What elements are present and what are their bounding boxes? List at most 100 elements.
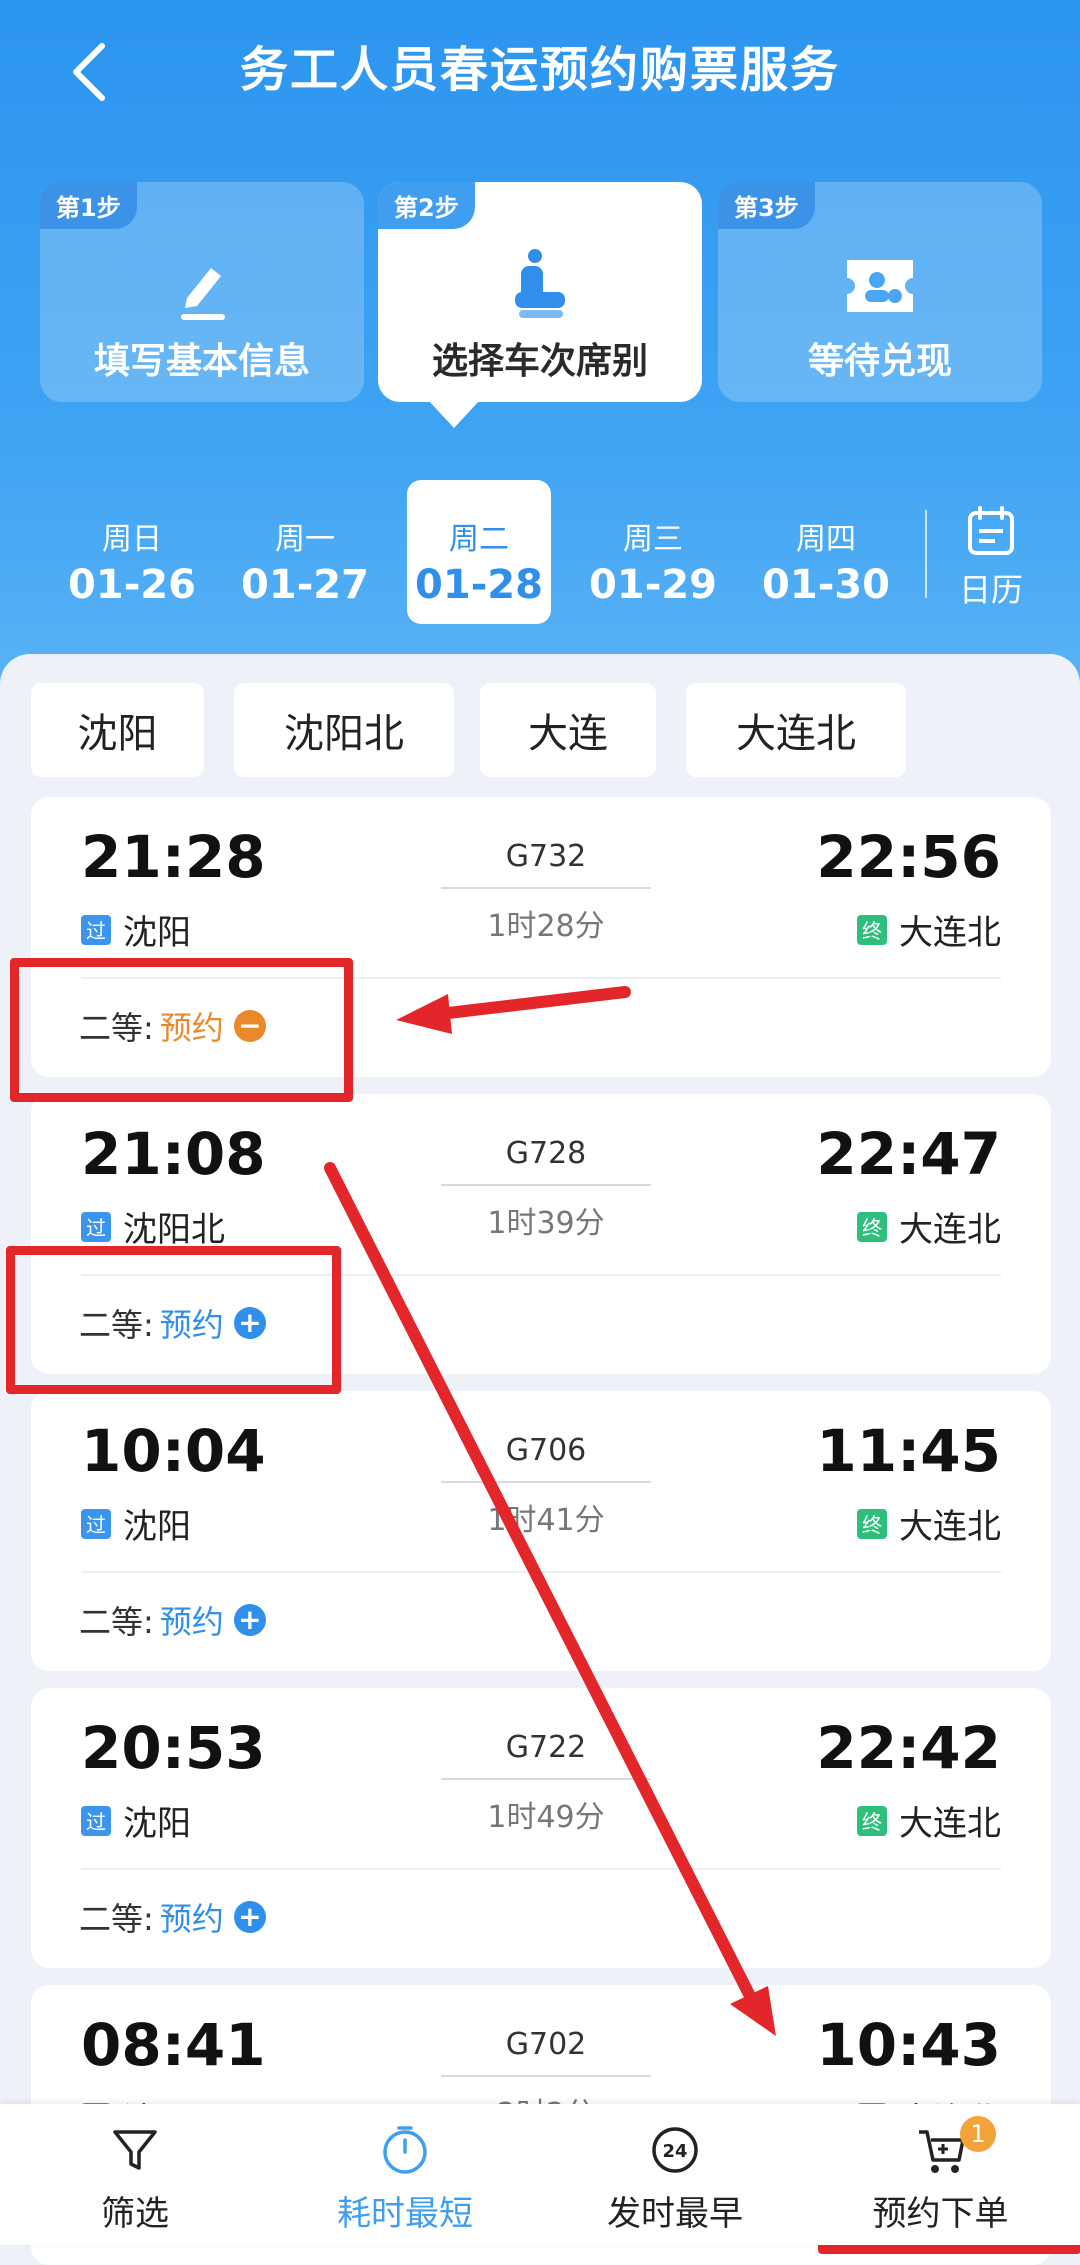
terminal-badge: 终 — [857, 914, 887, 945]
arrival-time: 22:47 — [816, 1120, 1001, 1188]
station-chip-1[interactable]: 沈阳北 — [234, 683, 454, 777]
pencil-icon — [181, 268, 225, 320]
date-tab-0[interactable]: 周日 01-26 — [60, 480, 204, 624]
page-title: 务工人员春运预约购票服务 — [239, 42, 840, 98]
to-station-name: 大连北 — [899, 1804, 1001, 1844]
seat-row[interactable]: 二等: 预约 + — [79, 1894, 266, 1940]
plus-circle-icon[interactable]: + — [233, 1604, 266, 1636]
bottom-label: 预约下单 — [872, 2194, 1009, 2234]
step-tag: 第3步 — [718, 182, 815, 229]
arrival-time: 22:56 — [816, 823, 1001, 891]
cart-count-badge: 1 — [960, 2116, 996, 2152]
pass-badge: 过 — [81, 1211, 111, 1242]
plus-circle-icon[interactable]: + — [233, 1901, 266, 1933]
card-divider — [81, 1571, 1001, 1573]
date-weekday: 周二 — [449, 522, 509, 557]
step-tag: 第1步 — [40, 182, 137, 229]
date-value: 01-27 — [241, 562, 369, 608]
to-station-name: 大连北 — [899, 1507, 1001, 1547]
travel-duration: 1时41分 — [487, 1503, 605, 1538]
station-chip-2[interactable]: 大连 — [480, 683, 656, 777]
from-station-name: 沈阳 — [123, 1804, 191, 1844]
calendar-icon — [968, 506, 1014, 555]
step-3[interactable]: 第3步 等待兑现 — [718, 182, 1042, 402]
pass-badge: 过 — [81, 1508, 111, 1539]
departure-time: 21:28 — [81, 823, 266, 891]
sort-earliest-button[interactable]: 24 发时最早 — [540, 2104, 810, 2245]
arrival-time: 22:42 — [816, 1714, 1001, 1782]
timer-icon — [383, 2126, 427, 2174]
from-station: 过 沈阳 — [81, 1796, 191, 1845]
seat-class: 二等: — [79, 1603, 154, 1641]
pass-badge: 过 — [81, 1805, 111, 1836]
step-1[interactable]: 第1步 填写基本信息 — [40, 182, 364, 402]
date-value: 01-28 — [415, 562, 543, 608]
station-chip-0[interactable]: 沈阳 — [31, 683, 204, 777]
from-station-name: 沈阳 — [123, 913, 191, 953]
sort-shortest-button[interactable]: 耗时最短 — [270, 2104, 540, 2245]
train-number: G722 — [505, 1730, 587, 1765]
route-line — [441, 1184, 651, 1186]
terminal-badge: 终 — [857, 1508, 887, 1539]
departure-time: 10:04 — [81, 1417, 266, 1485]
seat-row[interactable]: 二等: 预约 + — [79, 1597, 266, 1643]
date-divider — [925, 510, 927, 598]
from-station: 过 沈阳 — [81, 905, 191, 954]
train-number: G732 — [505, 839, 587, 874]
bottom-bar: 筛选 耗时最短 24 发时最早 1 预约下单 — [0, 2104, 1080, 2245]
date-weekday: 周四 — [796, 522, 856, 557]
step-label: 选择车次席别 — [431, 341, 648, 382]
to-station: 终 大连北 — [857, 905, 1001, 954]
filter-button[interactable]: 筛选 — [0, 2104, 270, 2245]
date-tab-4[interactable]: 周四 01-30 — [754, 480, 898, 624]
terminal-badge: 终 — [857, 1805, 887, 1836]
from-station-name: 沈阳 — [123, 1507, 191, 1547]
reserve-link[interactable]: 预约 — [160, 1597, 224, 1643]
date-value: 01-29 — [589, 562, 717, 608]
route-line — [441, 2075, 651, 2077]
arrival-time: 10:43 — [816, 2011, 1001, 2079]
from-station-name: 沈阳北 — [123, 1210, 225, 1250]
clock-24-icon: 24 — [652, 2127, 698, 2173]
bottom-label: 耗时最短 — [337, 2194, 473, 2234]
train-number: G702 — [505, 2027, 587, 2062]
step-pointer — [428, 400, 480, 428]
date-value: 01-30 — [762, 562, 890, 608]
departure-time: 21:08 — [81, 1120, 266, 1188]
step-2[interactable]: 第2步 选择车次席别 — [378, 182, 702, 402]
date-tab-3[interactable]: 周三 01-29 — [581, 480, 725, 624]
from-station: 过 沈阳北 — [81, 1202, 225, 1251]
from-station: 过 沈阳 — [81, 1499, 191, 1548]
calendar-button[interactable]: 日历 — [936, 505, 1046, 611]
to-station: 终 大连北 — [857, 1499, 1001, 1548]
highlight-box-unselected — [6, 1246, 341, 1394]
bottom-label: 筛选 — [101, 2194, 169, 2234]
reserve-link[interactable]: 预约 — [160, 1894, 224, 1940]
step-label: 等待兑现 — [807, 341, 952, 382]
train-card[interactable]: 10:04 G706 1时41分 11:45 过 沈阳 终 大连北 二等: 预约… — [31, 1391, 1051, 1671]
station-chip-3[interactable]: 大连北 — [686, 683, 906, 777]
date-tab-1[interactable]: 周一 01-27 — [233, 480, 377, 624]
seat-icon — [515, 249, 565, 318]
date-weekday: 周三 — [623, 522, 683, 557]
date-tab-2[interactable]: 周二 01-28 — [407, 480, 551, 624]
date-weekday: 周一 — [275, 522, 335, 557]
pass-badge: 过 — [81, 914, 111, 945]
step-label: 填写基本信息 — [93, 341, 310, 382]
departure-time: 20:53 — [81, 1714, 266, 1782]
to-station: 终 大连北 — [857, 1796, 1001, 1845]
date-value: 01-26 — [68, 562, 196, 608]
step-tag: 第2步 — [378, 182, 475, 229]
arrival-time: 11:45 — [816, 1417, 1001, 1485]
ticket-icon — [847, 260, 913, 312]
train-card[interactable]: 20:53 G722 1时49分 22:42 过 沈阳 终 大连北 二等: 预约… — [31, 1688, 1051, 1968]
highlight-box-selected — [10, 958, 353, 1102]
travel-duration: 1时28分 — [487, 909, 605, 944]
bottom-label: 发时最早 — [607, 2194, 743, 2234]
reserve-order-button[interactable]: 1 预约下单 — [818, 2104, 1063, 2245]
svg-text:24: 24 — [662, 2141, 687, 2162]
to-station-name: 大连北 — [899, 1210, 1001, 1250]
departure-time: 08:41 — [81, 2011, 266, 2079]
train-number: G728 — [505, 1136, 587, 1171]
date-weekday: 周日 — [102, 522, 162, 557]
